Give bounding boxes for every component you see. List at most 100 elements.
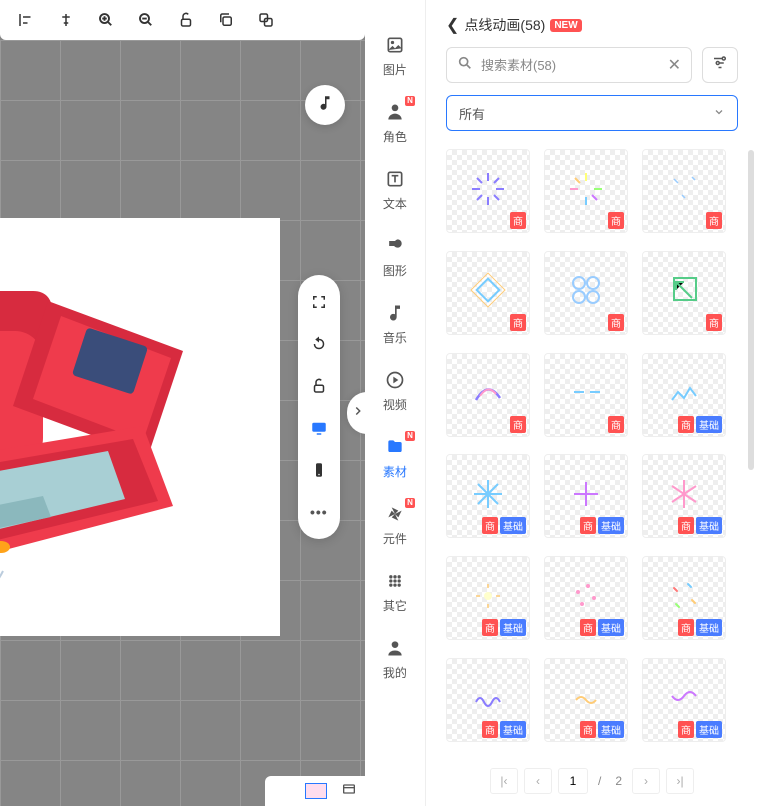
badge-shang: 商: [482, 721, 498, 738]
nav-item-video[interactable]: 视频: [383, 370, 407, 413]
nav-item-music[interactable]: 音乐: [383, 303, 407, 346]
new-badge: N: [405, 498, 415, 508]
asset-item[interactable]: 商基础: [446, 454, 530, 538]
asset-item[interactable]: 商基础: [544, 454, 628, 538]
ellipsis-icon: •••: [310, 504, 328, 520]
unlock-button[interactable]: [166, 0, 206, 40]
nav-item-other[interactable]: 其它: [383, 571, 407, 614]
badge-shang: 商: [678, 721, 694, 738]
lock-button[interactable]: [298, 367, 340, 405]
badge-shang: 商: [510, 416, 526, 433]
asset-item[interactable]: 商基础: [446, 556, 530, 640]
asset-item[interactable]: 商: [642, 251, 726, 335]
asset-badges: 商: [510, 416, 526, 433]
user-icon: [385, 638, 405, 661]
asset-item[interactable]: 商基础: [642, 658, 726, 742]
badge-shang: 商: [580, 619, 596, 636]
asset-grid: 商商商商商商商商商基础商基础商基础商基础商基础商基础商基础商基础商基础商基础: [446, 149, 738, 756]
asset-item[interactable]: 商基础: [544, 556, 628, 640]
search-box[interactable]: ✕: [446, 47, 692, 83]
filter-select-label: 所有: [459, 104, 485, 123]
badge-jichu: 基础: [598, 517, 624, 534]
asset-preview-icon: [662, 268, 706, 317]
grid-icon: [385, 571, 405, 594]
asset-badges: 商基础: [482, 619, 526, 636]
page-first-button[interactable]: |‹: [490, 768, 518, 794]
asset-badges: 商: [706, 314, 722, 331]
asset-item[interactable]: 商: [446, 251, 530, 335]
search-icon: [457, 55, 473, 76]
badge-jichu: 基础: [696, 517, 722, 534]
back-button[interactable]: ❮: [446, 15, 459, 35]
asset-item[interactable]: 商基础: [544, 658, 628, 742]
page-prev-button[interactable]: ‹: [524, 768, 552, 794]
music-note-icon: [385, 303, 405, 326]
asset-preview-icon: [466, 472, 510, 521]
asset-item[interactable]: 商基础: [642, 454, 726, 538]
align-left-button[interactable]: [6, 0, 46, 40]
badge-shang: 商: [608, 314, 624, 331]
asset-item[interactable]: 商: [544, 149, 628, 233]
shape-icon: [385, 236, 405, 259]
nav-item-shape[interactable]: 图形: [383, 236, 407, 279]
desktop-view-button[interactable]: [298, 409, 340, 447]
asset-badges: 商: [608, 314, 624, 331]
more-button[interactable]: •••: [298, 493, 340, 531]
asset-preview-icon: [564, 268, 608, 317]
asset-item[interactable]: 商: [446, 353, 530, 437]
asset-item[interactable]: 商: [544, 353, 628, 437]
canvas-bottom-bar: [265, 776, 365, 806]
asset-item[interactable]: 商基础: [642, 556, 726, 640]
nav-item-material[interactable]: 素材N: [383, 437, 407, 480]
asset-badges: 商基础: [482, 721, 526, 738]
nav-item-character[interactable]: 角色N: [383, 102, 407, 145]
page-thumbnail[interactable]: [305, 783, 327, 799]
page-total: 2: [611, 774, 626, 788]
page-next-button[interactable]: ›: [632, 768, 660, 794]
badge-shang: 商: [678, 416, 694, 433]
nav-label: 文本: [383, 195, 407, 212]
zoom-out-button[interactable]: [126, 0, 166, 40]
badge-shang: 商: [608, 212, 624, 229]
search-input[interactable]: [473, 58, 668, 73]
nav-label: 视频: [383, 396, 407, 413]
mobile-view-button[interactable]: [298, 451, 340, 489]
asset-badges: 商基础: [580, 619, 624, 636]
asset-item[interactable]: 商: [446, 149, 530, 233]
page-last-button[interactable]: ›|: [666, 768, 694, 794]
music-button[interactable]: [305, 85, 345, 125]
nav-item-text[interactable]: 文本: [383, 169, 407, 212]
align-center-button[interactable]: [46, 0, 86, 40]
nav-label: 我的: [383, 664, 407, 681]
badge-shang: 商: [678, 619, 694, 636]
paste-button[interactable]: [246, 0, 286, 40]
music-note-icon: [316, 94, 334, 117]
chevron-right-icon: [351, 404, 365, 423]
nav-item-image[interactable]: 图片: [383, 35, 407, 78]
nav-label: 音乐: [383, 329, 407, 346]
asset-preview-icon: [564, 574, 608, 623]
zoom-in-button[interactable]: [86, 0, 126, 40]
fullscreen-button[interactable]: [298, 283, 340, 321]
asset-item[interactable]: 商基础: [446, 658, 530, 742]
clear-search-button[interactable]: ✕: [668, 55, 681, 75]
copy-button[interactable]: [206, 0, 246, 40]
nav-item-component[interactable]: 元件N: [383, 504, 407, 547]
page-input[interactable]: [558, 768, 588, 794]
asset-badges: 商基础: [580, 517, 624, 534]
pagination: |‹ ‹ / 2 › ›|: [446, 756, 738, 806]
filter-select[interactable]: 所有: [446, 95, 738, 131]
badge-jichu: 基础: [500, 721, 526, 738]
asset-item[interactable]: 商: [544, 251, 628, 335]
rotate-button[interactable]: [298, 325, 340, 363]
panel-title: 点线动画(58): [464, 15, 545, 35]
asset-item[interactable]: 商基础: [642, 353, 726, 437]
asset-item[interactable]: 商: [642, 149, 726, 233]
pinwheel-icon: [385, 504, 405, 527]
canvas-selection[interactable]: [0, 218, 280, 636]
filter-button[interactable]: [702, 47, 738, 83]
panels-icon[interactable]: [341, 781, 357, 802]
nav-item-mine[interactable]: 我的: [383, 638, 407, 681]
search-row: ✕: [446, 47, 738, 83]
scrollbar[interactable]: [748, 150, 754, 470]
